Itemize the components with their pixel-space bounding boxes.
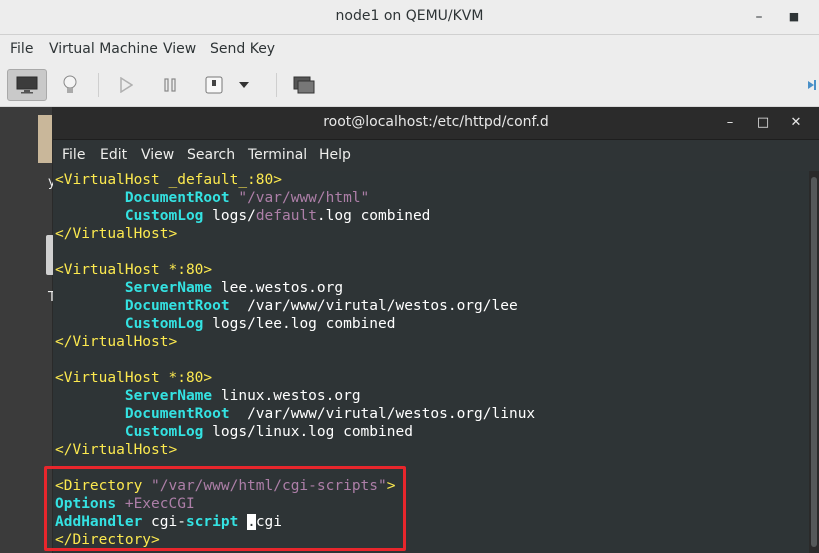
- terminal-token: CustomLog: [124, 316, 204, 332]
- terminal-line: DocumentRoot /var/www/virutal/westos.org…: [55, 405, 805, 423]
- maximize-button[interactable]: ■: [785, 8, 803, 26]
- menu-send-key[interactable]: Send Key: [210, 41, 275, 57]
- terminal-token: <VirtualHost *:80>: [55, 370, 213, 386]
- terminal-menu-help[interactable]: Help: [319, 147, 351, 163]
- terminal-title: root@localhost:/etc/httpd/conf.d: [323, 114, 549, 130]
- terminal-token: <VirtualHost _default_:80>: [55, 172, 282, 188]
- terminal-token: DocumentRoot: [124, 298, 230, 314]
- terminal-token: logs/: [203, 208, 256, 224]
- terminal-line: </VirtualHost>: [55, 333, 805, 351]
- terminal-menu-terminal[interactable]: Terminal: [248, 147, 307, 163]
- terminal-menu-file[interactable]: File: [62, 147, 85, 163]
- terminal-minimize-button[interactable]: –: [721, 114, 739, 132]
- shutdown-menu-button[interactable]: [232, 69, 256, 101]
- terminal-token: </VirtualHost>: [55, 334, 178, 350]
- menu-file[interactable]: File: [10, 41, 33, 57]
- fullscreen-icon: [807, 80, 816, 90]
- terminal-scrollbar[interactable]: [809, 171, 819, 553]
- run-button[interactable]: [106, 69, 146, 101]
- terminal-token: DocumentRoot: [124, 190, 230, 206]
- terminal-line: <VirtualHost *:80>: [55, 369, 805, 387]
- terminal-token: CustomLog: [124, 424, 204, 440]
- snapshots-button[interactable]: [284, 69, 324, 101]
- terminal-token: DocumentRoot: [124, 406, 230, 422]
- menu-view[interactable]: View: [163, 41, 196, 57]
- toolbar-separator: [98, 73, 99, 97]
- scrollbar-thumb[interactable]: [811, 177, 817, 547]
- terminal-line: </VirtualHost>: [55, 441, 805, 459]
- terminal-token: CustomLog: [124, 208, 204, 224]
- console-button[interactable]: [7, 69, 47, 101]
- terminal-menu-edit[interactable]: Edit: [100, 147, 127, 163]
- terminal-line: CustomLog logs/lee.log combined: [55, 315, 805, 333]
- desktop-file-icon[interactable]: [38, 115, 52, 163]
- play-icon: [120, 77, 133, 93]
- terminal-token: </VirtualHost>: [55, 442, 178, 458]
- terminal-token: ServerName: [124, 388, 213, 404]
- minimize-button[interactable]: –: [750, 8, 768, 26]
- terminal-token: linux.westos.org: [212, 388, 361, 404]
- terminal-token: logs/lee.log combined: [203, 316, 396, 332]
- terminal-line: CustomLog logs/default.log combined: [55, 207, 805, 225]
- vm-toolbar: [0, 64, 819, 107]
- terminal-token: logs/linux.log combined: [203, 424, 413, 440]
- pause-icon: [164, 78, 176, 92]
- terminal-line: DocumentRoot /var/www/virutal/westos.org…: [55, 297, 805, 315]
- terminal-token: lee.westos.org: [212, 280, 344, 296]
- terminal-line: DocumentRoot "/var/www/html": [55, 189, 805, 207]
- fullscreen-button[interactable]: [800, 69, 819, 101]
- terminal-menubar: File Edit View Search Terminal Help: [53, 140, 819, 170]
- shutdown-button[interactable]: [194, 69, 234, 101]
- vm-menubar: File Virtual Machine View Send Key: [0, 35, 819, 64]
- terminal-token: /var/www/virutal/westos.org/lee: [229, 298, 518, 314]
- vm-title-bar: node1 on QEMU/KVM – ■: [0, 0, 819, 35]
- terminal-token: <VirtualHost *:80>: [55, 262, 213, 278]
- terminal-close-button[interactable]: ✕: [787, 114, 805, 132]
- terminal-maximize-button[interactable]: □: [754, 114, 772, 132]
- terminal-token: default: [255, 208, 317, 224]
- pause-button[interactable]: [150, 69, 190, 101]
- terminal-line: <VirtualHost *:80>: [55, 261, 805, 279]
- terminal-line: ServerName linux.westos.org: [55, 387, 805, 405]
- monitor-icon: [16, 76, 38, 94]
- terminal-token: .log combined: [316, 208, 431, 224]
- vm-window-title: node1 on QEMU/KVM: [335, 8, 484, 24]
- power-icon: [205, 76, 223, 94]
- terminal-menu-view[interactable]: View: [141, 147, 174, 163]
- lightbulb-icon: [63, 75, 77, 93]
- highlight-annotation-box: [44, 466, 406, 551]
- screenshot-icon: [293, 76, 315, 94]
- terminal-token: "/var/www/html": [238, 190, 370, 206]
- terminal-token: </VirtualHost>: [55, 226, 178, 242]
- terminal-line: <VirtualHost _default_:80>: [55, 171, 805, 189]
- terminal-line: CustomLog logs/linux.log combined: [55, 423, 805, 441]
- details-button[interactable]: [50, 69, 90, 101]
- toolbar-separator: [276, 73, 277, 97]
- chevron-down-icon: [239, 82, 249, 88]
- terminal-token: ServerName: [124, 280, 213, 296]
- terminal-token: /var/www/virutal/westos.org/linux: [229, 406, 536, 422]
- terminal-title-bar: root@localhost:/etc/httpd/conf.d – □ ✕: [53, 107, 819, 140]
- terminal-line: ServerName lee.westos.org: [55, 279, 805, 297]
- terminal-line: </VirtualHost>: [55, 225, 805, 243]
- menu-virtual-machine[interactable]: Virtual Machine: [49, 41, 158, 57]
- terminal-menu-search[interactable]: Search: [187, 147, 235, 163]
